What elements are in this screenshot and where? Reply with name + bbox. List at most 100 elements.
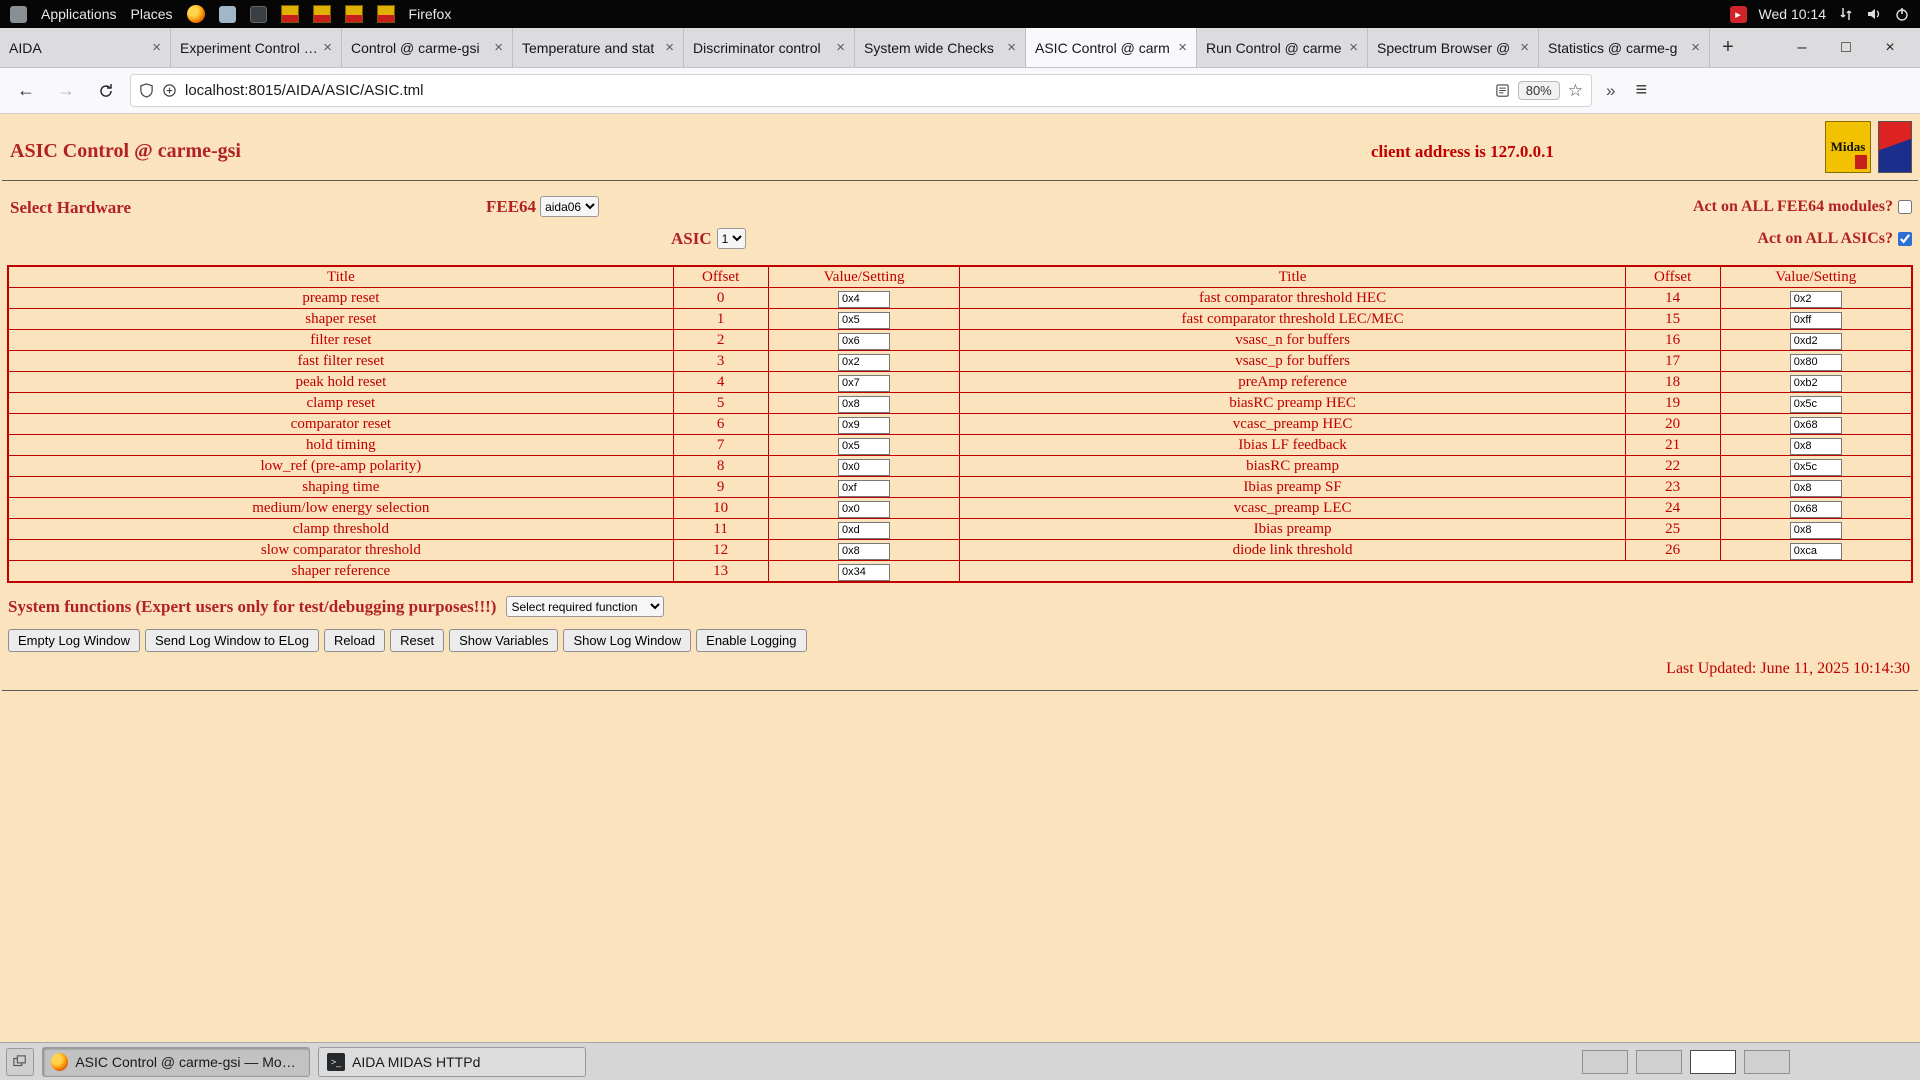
param-value-input[interactable] — [838, 438, 890, 455]
bookmark-star-icon[interactable]: ☆ — [1568, 81, 1583, 101]
system-functions-select[interactable]: Select required function — [506, 596, 664, 617]
param-value-input[interactable] — [838, 417, 890, 434]
param-value-input[interactable] — [838, 522, 890, 539]
browser-tab[interactable]: Run Control @ carme× — [1197, 28, 1368, 67]
close-button[interactable]: × — [1868, 39, 1912, 57]
maximize-button[interactable]: □ — [1824, 39, 1868, 57]
taskbar-window-button[interactable]: ASIC Control @ carme-gsi — Mozill... — [42, 1047, 310, 1077]
browser-tab[interactable]: Control @ carme-gsi× — [342, 28, 513, 67]
param-value-input[interactable] — [1790, 480, 1842, 497]
midas-app-icon[interactable] — [281, 5, 299, 23]
minimize-button[interactable]: – — [1780, 39, 1824, 57]
param-value-input[interactable] — [838, 459, 890, 476]
param-value-input[interactable] — [838, 564, 890, 581]
workspace-3[interactable] — [1690, 1050, 1736, 1074]
browser-tab[interactable]: Statistics @ carme-g× — [1539, 28, 1710, 67]
places-menu[interactable]: Places — [131, 6, 173, 22]
back-button[interactable]: ← — [10, 75, 42, 107]
terminal-icon[interactable] — [250, 6, 267, 23]
network-icon[interactable] — [1838, 6, 1854, 22]
browser-tab[interactable]: System wide Checks× — [855, 28, 1026, 67]
tab-close-icon[interactable]: × — [1520, 39, 1529, 56]
midas-app-icon[interactable] — [377, 5, 395, 23]
param-title: medium/low energy selection — [8, 498, 673, 519]
param-title: shaper reference — [8, 561, 673, 583]
tab-close-icon[interactable]: × — [494, 39, 503, 56]
tab-close-icon[interactable]: × — [1691, 39, 1700, 56]
clock[interactable]: Wed 10:14 — [1759, 6, 1826, 22]
show-desktop-button[interactable] — [6, 1048, 34, 1076]
param-value-input[interactable] — [1790, 459, 1842, 476]
browser-tab[interactable]: ASIC Control @ carm× — [1026, 28, 1197, 67]
browser-tab[interactable]: AIDA× — [0, 28, 171, 67]
shield-icon[interactable] — [139, 83, 154, 98]
zoom-level-chip[interactable]: 80% — [1518, 81, 1560, 100]
param-value-input[interactable] — [1790, 312, 1842, 329]
browser-tab[interactable]: Discriminator control× — [684, 28, 855, 67]
forward-button[interactable]: → — [50, 75, 82, 107]
distro-menu-icon[interactable] — [10, 6, 27, 23]
app-menu-icon[interactable]: ≡ — [1629, 79, 1653, 102]
param-value-input[interactable] — [838, 375, 890, 392]
tab-close-icon[interactable]: × — [1007, 39, 1016, 56]
reload-button[interactable] — [90, 75, 122, 107]
param-value-input[interactable] — [838, 354, 890, 371]
param-value-input[interactable] — [1790, 438, 1842, 455]
param-value-input[interactable] — [1790, 333, 1842, 350]
browser-tab[interactable]: Experiment Control @ c× — [171, 28, 342, 67]
param-value-input[interactable] — [1790, 354, 1842, 371]
url-field[interactable]: localhost:8015/AIDA/ASIC/ASIC.tml 80% ☆ — [130, 74, 1592, 107]
enable-logging-button[interactable]: Enable Logging — [696, 629, 806, 652]
workspace-1[interactable] — [1582, 1050, 1628, 1074]
reload-button[interactable]: Reload — [324, 629, 385, 652]
new-tab-button[interactable]: + — [1710, 28, 1746, 67]
workspace-4[interactable] — [1744, 1050, 1790, 1074]
param-value-input[interactable] — [1790, 522, 1842, 539]
param-value-input[interactable] — [838, 480, 890, 497]
send-log-window-to-elog-button[interactable]: Send Log Window to ELog — [145, 629, 319, 652]
param-value-input[interactable] — [1790, 501, 1842, 518]
site-permissions-icon[interactable] — [162, 83, 177, 98]
tab-close-icon[interactable]: × — [1178, 39, 1187, 56]
act-all-asics-checkbox[interactable] — [1898, 232, 1912, 246]
applications-menu[interactable]: Applications — [41, 6, 117, 22]
firefox-window-menu[interactable]: Firefox — [409, 6, 452, 22]
param-value-input[interactable] — [1790, 543, 1842, 560]
midas-app-icon[interactable] — [345, 5, 363, 23]
tab-close-icon[interactable]: × — [1349, 39, 1358, 56]
notification-icon[interactable]: ▸ — [1730, 6, 1747, 23]
param-value-input[interactable] — [838, 312, 890, 329]
tab-close-icon[interactable]: × — [665, 39, 674, 56]
reset-button[interactable]: Reset — [390, 629, 444, 652]
power-icon[interactable] — [1894, 6, 1910, 22]
act-all-fee64-checkbox[interactable] — [1898, 200, 1912, 214]
browser-tab[interactable]: Spectrum Browser @× — [1368, 28, 1539, 67]
param-value-input[interactable] — [1790, 291, 1842, 308]
tab-close-icon[interactable]: × — [323, 39, 332, 56]
param-value-input[interactable] — [838, 333, 890, 350]
show-log-window-button[interactable]: Show Log Window — [563, 629, 691, 652]
browser-tab[interactable]: Temperature and stat× — [513, 28, 684, 67]
show-variables-button[interactable]: Show Variables — [449, 629, 558, 652]
param-value-input[interactable] — [1790, 396, 1842, 413]
param-value-input[interactable] — [838, 396, 890, 413]
tab-close-icon[interactable]: × — [836, 39, 845, 56]
fee64-select[interactable]: aida06 — [540, 196, 599, 217]
param-value-input[interactable] — [1790, 417, 1842, 434]
param-value-input[interactable] — [838, 501, 890, 518]
files-icon[interactable] — [219, 6, 236, 23]
reader-mode-icon[interactable] — [1495, 83, 1510, 98]
overflow-chevron-icon[interactable]: » — [1600, 81, 1621, 101]
firefox-launcher-icon[interactable] — [187, 5, 205, 23]
empty-log-window-button[interactable]: Empty Log Window — [8, 629, 140, 652]
url-text[interactable]: localhost:8015/AIDA/ASIC/ASIC.tml — [185, 82, 1487, 99]
param-value-input[interactable] — [838, 291, 890, 308]
asic-select[interactable]: 1 — [717, 228, 746, 249]
taskbar-window-button[interactable]: >_AIDA MIDAS HTTPd — [318, 1047, 586, 1077]
midas-app-icon[interactable] — [313, 5, 331, 23]
tab-close-icon[interactable]: × — [152, 39, 161, 56]
volume-icon[interactable] — [1866, 6, 1882, 22]
workspace-2[interactable] — [1636, 1050, 1682, 1074]
param-value-input[interactable] — [1790, 375, 1842, 392]
param-value-input[interactable] — [838, 543, 890, 560]
